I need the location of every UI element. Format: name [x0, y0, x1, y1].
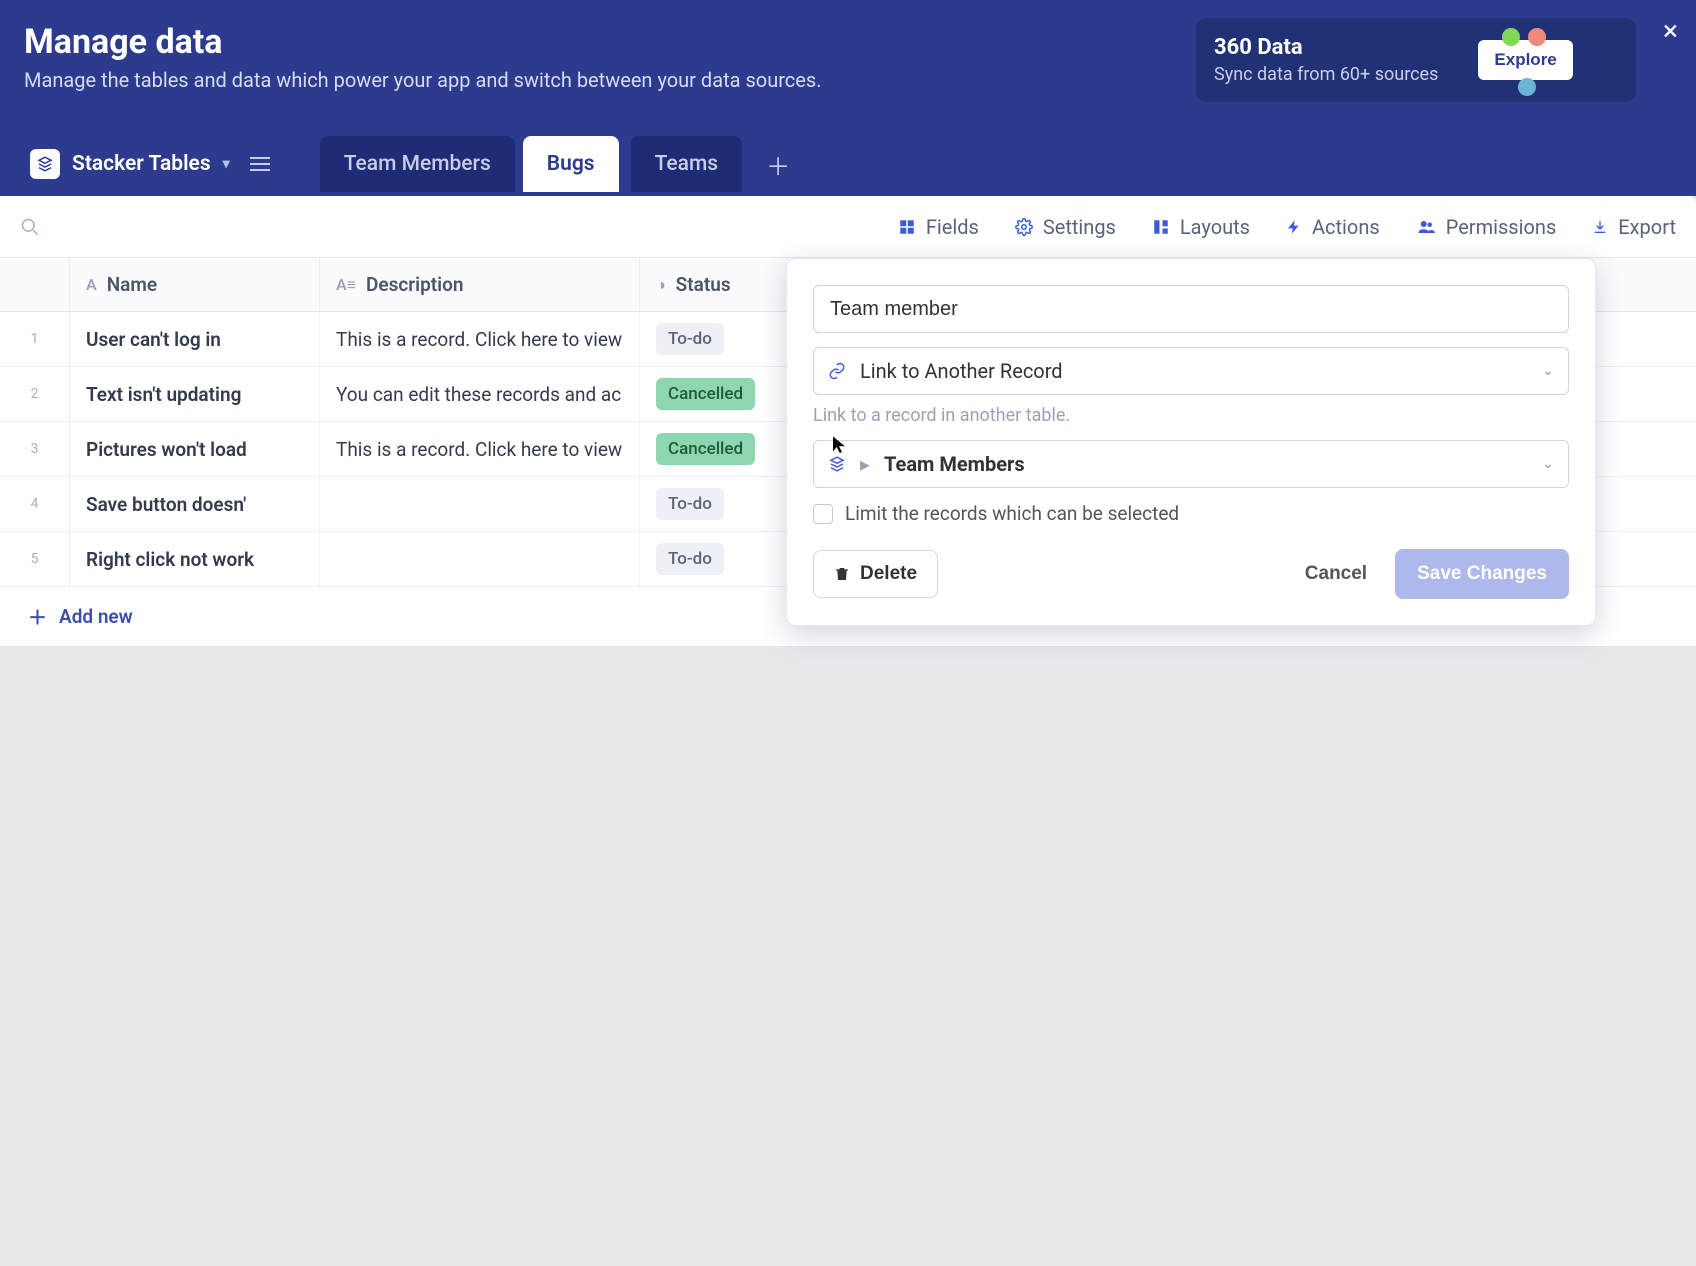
field-type-select[interactable]: Link to Another Record ⌄	[813, 347, 1569, 395]
chevron-right-icon: ▸	[860, 452, 870, 476]
chevron-down-icon: ▾	[223, 156, 230, 172]
data-source-selector[interactable]: Stacker Tables ▾	[20, 149, 280, 179]
longtext-icon: A≡	[336, 275, 356, 295]
page-header: Manage data Manage the tables and data w…	[0, 0, 1696, 196]
download-icon	[1592, 218, 1608, 236]
tabs-row: Stacker Tables ▾ Team Members Bugs Teams…	[0, 132, 1696, 196]
toolbar-permissions[interactable]: Permissions	[1416, 215, 1557, 239]
stacker-icon	[30, 149, 60, 179]
close-icon[interactable]: ×	[1663, 14, 1678, 47]
add-tab-button[interactable]: ＋	[750, 147, 806, 182]
toolbar-layouts[interactable]: Layouts	[1152, 215, 1250, 239]
link-icon	[828, 362, 846, 380]
delete-button[interactable]: Delete	[813, 550, 938, 598]
status-badge[interactable]: Cancelled	[656, 378, 755, 410]
data-source-name: Stacker Tables	[72, 152, 211, 176]
field-name-input[interactable]	[813, 285, 1569, 333]
gear-icon	[1015, 218, 1033, 236]
status-icon: ◑	[656, 275, 666, 295]
toolbar-fields[interactable]: Fields	[898, 215, 979, 239]
toolbar-export[interactable]: Export	[1592, 215, 1676, 239]
cursor-icon	[830, 433, 848, 455]
col-description[interactable]: A≡ Description	[320, 258, 640, 311]
promo-decor	[1502, 28, 1546, 46]
users-icon	[1416, 218, 1436, 236]
explore-button[interactable]: Explore	[1478, 40, 1572, 80]
stacker-icon	[828, 455, 846, 473]
trash-icon	[834, 565, 850, 583]
save-changes-button[interactable]: Save Changes	[1395, 549, 1569, 599]
plus-icon: ＋	[28, 603, 47, 630]
menu-icon[interactable]	[250, 157, 270, 171]
promo-desc: Sync data from 60+ sources	[1214, 64, 1438, 85]
toolbar-actions[interactable]: Actions	[1286, 215, 1380, 239]
layout-icon	[1152, 218, 1170, 236]
toolbar-settings[interactable]: Settings	[1015, 215, 1116, 239]
target-table-select[interactable]: ▸ Team Members ⌄	[813, 440, 1569, 488]
empty-area	[0, 646, 1696, 1266]
col-name[interactable]: A Name	[70, 258, 320, 311]
promo-card[interactable]: 360 Data Sync data from 60+ sources Expl…	[1196, 18, 1636, 102]
tab-teams[interactable]: Teams	[631, 136, 743, 192]
checkbox-icon[interactable]	[813, 504, 833, 524]
limit-records-checkbox[interactable]: Limit the records which can be selected	[813, 502, 1569, 525]
status-badge[interactable]: To-do	[656, 323, 724, 355]
chevron-down-icon: ⌄	[1542, 456, 1554, 472]
field-type-hint: Link to a record in another table.	[813, 405, 1569, 426]
table-toolbar: Fields Settings Layouts Actions Permissi…	[0, 196, 1696, 258]
tab-team-members[interactable]: Team Members	[320, 136, 515, 192]
status-badge[interactable]: Cancelled	[656, 433, 755, 465]
grid-icon	[898, 218, 916, 236]
tab-bugs[interactable]: Bugs	[523, 136, 619, 192]
status-badge[interactable]: To-do	[656, 488, 724, 520]
bolt-icon	[1286, 218, 1302, 236]
text-icon: A	[86, 275, 97, 294]
cancel-button[interactable]: Cancel	[1293, 551, 1379, 597]
add-field-popup: Link to Another Record ⌄ Link to a recor…	[786, 258, 1596, 626]
promo-title: 360 Data	[1214, 35, 1438, 60]
status-badge[interactable]: To-do	[656, 543, 724, 575]
chevron-down-icon: ⌄	[1542, 363, 1554, 379]
search-icon[interactable]	[20, 217, 40, 237]
